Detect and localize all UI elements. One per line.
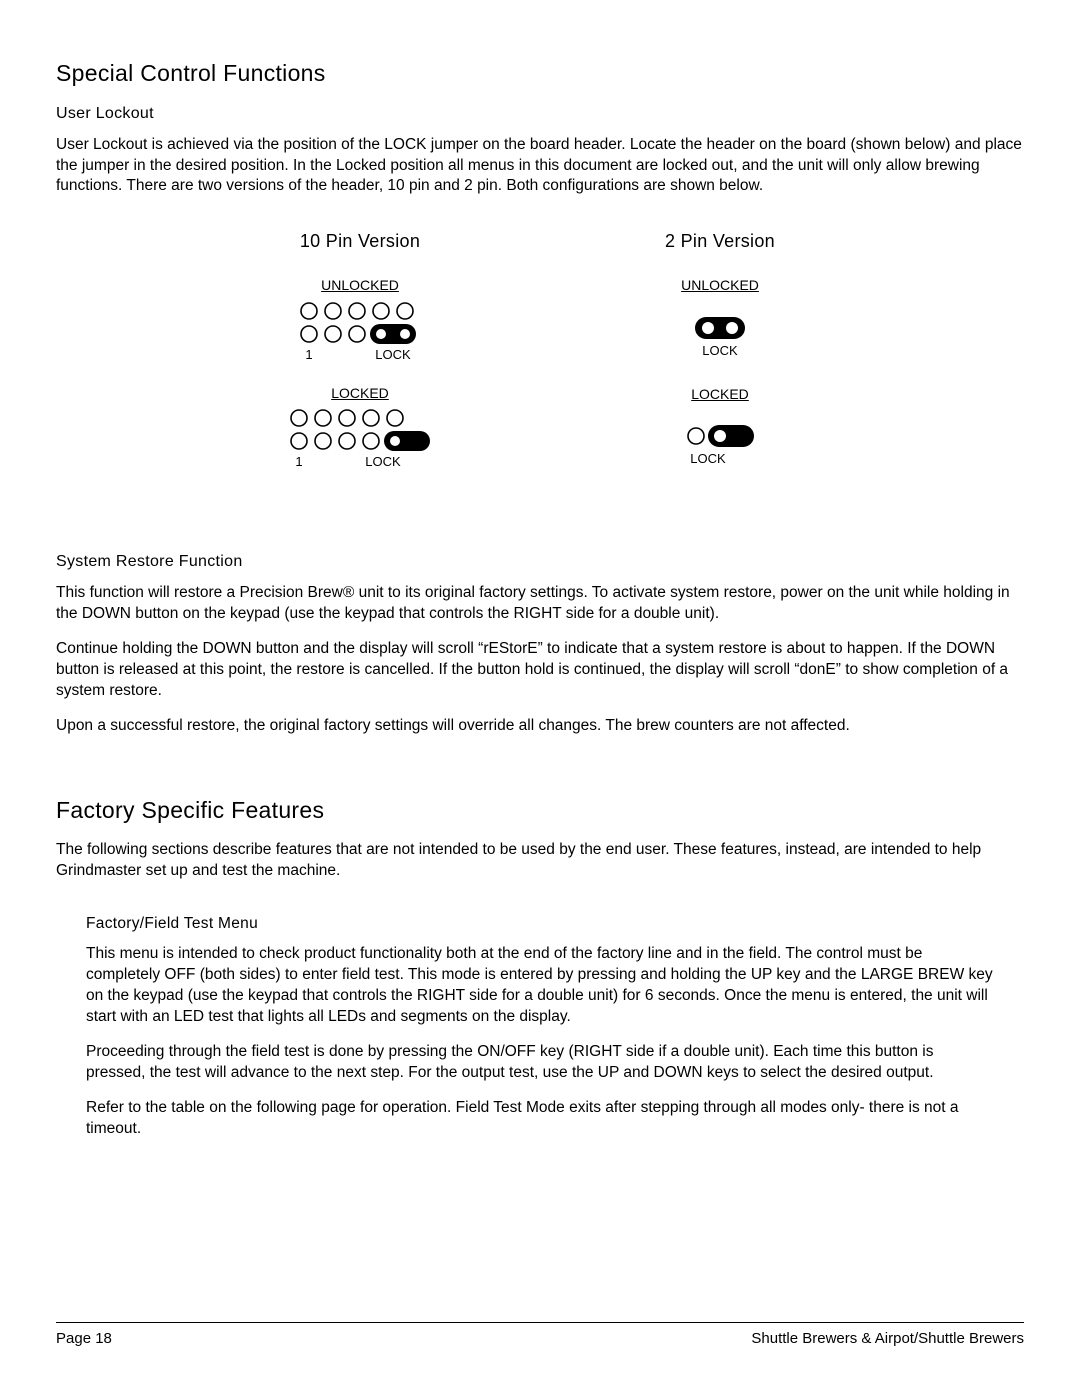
two-pin-column: 2 Pin Version UNLOCKED LOCK LOCKED xyxy=(605,229,835,491)
state-label-unlocked: UNLOCKED xyxy=(245,276,475,295)
state-label-locked: LOCKED xyxy=(605,385,835,404)
page-footer: Page 18 Shuttle Brewers & Airpot/Shuttle… xyxy=(56,1322,1024,1349)
pin1-label: 1 xyxy=(305,347,312,362)
jumper-diagrams: 10 Pin Version UNLOCKED xyxy=(56,229,1024,491)
two-pin-title: 2 Pin Version xyxy=(605,229,835,253)
pin1-label: 1 xyxy=(295,454,302,469)
heading-field-test-menu: Factory/Field Test Menu xyxy=(86,914,994,935)
state-label-unlocked: UNLOCKED xyxy=(605,276,835,295)
heading-user-lockout: User Lockout xyxy=(56,103,1024,125)
lock-label: LOCK xyxy=(702,343,738,358)
ten-pin-locked-diagram: 1 LOCK xyxy=(285,408,435,473)
ten-pin-title: 10 Pin Version xyxy=(245,229,475,253)
lock-label: LOCK xyxy=(375,347,411,362)
heading-factory-specific: Factory Specific Features xyxy=(56,795,1024,826)
footer-product-name: Shuttle Brewers & Airpot/Shuttle Brewers xyxy=(751,1329,1024,1349)
factory-field-test-section: Factory/Field Test Menu This menu is int… xyxy=(56,896,1024,1140)
heading-system-restore: System Restore Function xyxy=(56,551,1024,573)
footer-page-number: Page 18 xyxy=(56,1329,112,1349)
heading-special-control-functions: Special Control Functions xyxy=(56,58,1024,89)
ten-pin-unlocked: UNLOCKED xyxy=(245,276,475,366)
ten-pin-column: 10 Pin Version UNLOCKED xyxy=(245,229,475,491)
state-label-locked: LOCKED xyxy=(245,384,475,403)
paragraph-factory-intro: The following sections describe features… xyxy=(56,840,1024,882)
paragraph-sysrestore-3: Upon a successful restore, the original … xyxy=(56,716,1024,737)
lock-label: LOCK xyxy=(365,454,401,469)
two-pin-unlocked: UNLOCKED LOCK xyxy=(605,276,835,363)
document-page: Special Control Functions User Lockout U… xyxy=(0,0,1080,1397)
paragraph-fieldtest-3: Refer to the table on the following page… xyxy=(86,1098,994,1140)
ten-pin-unlocked-diagram: 1 LOCK xyxy=(295,301,425,366)
paragraph-fieldtest-2: Proceeding through the field test is don… xyxy=(86,1042,994,1084)
paragraph-fieldtest-1: This menu is intended to check product f… xyxy=(86,944,994,1028)
paragraph-user-lockout: User Lockout is achieved via the positio… xyxy=(56,135,1024,198)
lock-label: LOCK xyxy=(690,451,726,466)
two-pin-locked: LOCKED LOCK xyxy=(605,385,835,472)
paragraph-sysrestore-2: Continue holding the DOWN button and the… xyxy=(56,639,1024,702)
two-pin-unlocked-diagram: LOCK xyxy=(690,313,750,363)
two-pin-locked-diagram: LOCK xyxy=(680,421,760,471)
ten-pin-locked: LOCKED xyxy=(245,384,475,474)
paragraph-sysrestore-1: This function will restore a Precision B… xyxy=(56,583,1024,625)
